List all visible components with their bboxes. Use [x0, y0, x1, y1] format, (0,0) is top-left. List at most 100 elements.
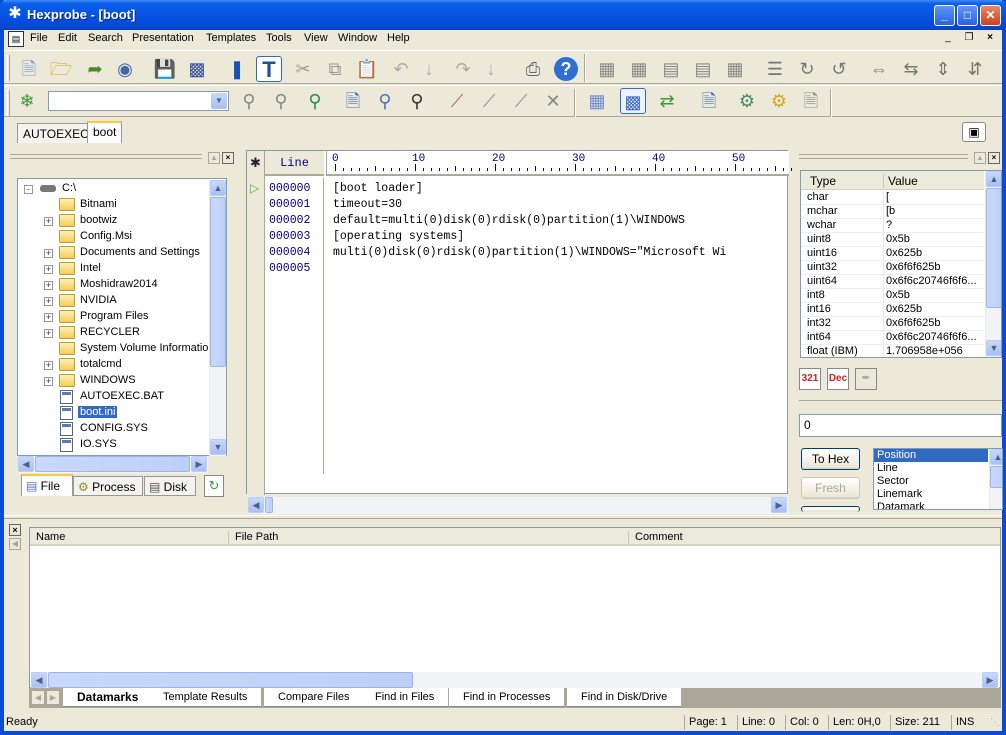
menu-view[interactable]: View [304, 32, 328, 44]
scroll-right-button[interactable]: ▶ [982, 672, 998, 688]
copy-icon[interactable]: ⧉ [322, 56, 348, 82]
tab-boot[interactable]: boot [87, 121, 123, 143]
mdi-minimize-button[interactable]: _ [940, 31, 956, 45]
listbox-option[interactable]: Position [874, 449, 988, 462]
output-panel-close-button[interactable]: × [9, 524, 21, 536]
bookmark-icon[interactable]: ❚ [224, 56, 250, 82]
resize-grip[interactable]: ⋱ [990, 717, 1000, 728]
name-column-header[interactable]: Name [30, 531, 228, 544]
undo-icon[interactable]: ↶ [388, 56, 414, 82]
scroll-right-button[interactable]: ▶ [771, 497, 787, 513]
grid-view-5-icon[interactable]: ▦ [722, 56, 748, 82]
menu-edit[interactable]: Edit [58, 32, 77, 44]
tab-autoexec[interactable]: AUTOEXEC [17, 123, 95, 143]
code-line[interactable]: timeout=30 [333, 197, 788, 213]
collapse-vertical-icon[interactable]: ⇵ [962, 56, 988, 82]
expand-icon[interactable]: + [44, 249, 53, 258]
scroll-thumb[interactable] [990, 466, 1002, 488]
code-line[interactable]: multi(0)disk(0)rdisk(0)partition(1)\WIND… [333, 245, 788, 261]
listbox-scrollbar[interactable]: ▲ [989, 449, 1002, 509]
maximize-button[interactable]: □ [957, 5, 978, 26]
tab-datamarks[interactable]: Datamarks [63, 688, 153, 707]
editor-horizontal-scrollbar[interactable]: ◀ ▶ [248, 497, 788, 514]
tab-file[interactable]: ▤ File [21, 474, 73, 496]
menu-file[interactable]: File [30, 32, 48, 44]
scroll-up-button[interactable]: ▲ [990, 449, 1002, 465]
base-converter-icon[interactable]: ⇄ [654, 88, 680, 114]
window-list-icon[interactable]: ▣ [962, 122, 986, 142]
menu-presentation[interactable]: Presentation [132, 32, 194, 44]
scroll-thumb[interactable] [986, 188, 1001, 308]
hidden-button[interactable] [801, 506, 860, 512]
code-line[interactable]: [boot loader] [333, 181, 788, 197]
data-inspector-table[interactable]: Type Value char[mchar [b wchar? uint8 0x5b ui… [800, 170, 1002, 358]
tab-find-in-disk-drive[interactable]: Find in Disk/Drive [567, 688, 682, 707]
datamarks-list[interactable]: Name File Path Comment ◀ ▶ [29, 527, 1001, 689]
go-to-icon[interactable]: ❄ [14, 88, 40, 114]
find-next-icon[interactable]: ⚲ [268, 88, 294, 114]
line-number[interactable]: 000000 [265, 181, 323, 197]
scroll-thumb[interactable] [35, 456, 190, 472]
panel-close-button[interactable]: × [222, 152, 234, 164]
scroll-left-button[interactable]: ◀ [248, 497, 264, 513]
scroll-thumb[interactable] [210, 197, 226, 367]
inspector-row[interactable]: uint8 0x5b [801, 233, 984, 247]
scroll-thumb[interactable] [265, 497, 273, 513]
paste-icon[interactable]: 📋 [354, 56, 380, 82]
template-options-icon[interactable]: ⚙ [766, 88, 792, 114]
inspector-row[interactable]: mchar [b [801, 205, 984, 219]
line-number[interactable]: 000002 [265, 213, 323, 229]
decimal-icon[interactable]: Dec [827, 368, 849, 390]
scroll-right-button[interactable]: ▶ [191, 456, 207, 472]
clear-marks-icon[interactable]: ✕ [540, 88, 566, 114]
toolbar-grip[interactable] [7, 55, 10, 81]
expand-icon[interactable]: + [44, 265, 53, 274]
find-in-disk-icon[interactable]: ⚲ [404, 88, 430, 114]
document-system-menu-icon[interactable]: ▤ [8, 31, 24, 47]
line-number[interactable]: 000005 [265, 261, 323, 277]
tab-process[interactable]: ⚙ Process [73, 476, 143, 496]
code-line[interactable]: default=multi(0)disk(0)rdisk(0)partition… [333, 213, 788, 229]
text-editor[interactable]: ✱ ▷ Line 0 10 20 30 40 50 000000 000001 000002 0… [246, 150, 792, 514]
value-column-header[interactable]: Value [883, 174, 918, 188]
inspector-row[interactable]: wchar? [801, 219, 984, 233]
grid-view-4-icon[interactable]: ▤ [690, 56, 716, 82]
scroll-up-button[interactable]: ▲ [210, 180, 226, 196]
scroll-thumb[interactable] [48, 672, 413, 688]
close-button[interactable]: ✕ [980, 5, 1001, 26]
mark-icon[interactable]: ⟋ [444, 88, 470, 114]
inspector-row[interactable]: int16 0x625b [801, 303, 984, 317]
title-bar[interactable]: ✱ Hexprobe - [boot] _ □ ✕ [0, 0, 1006, 30]
print-icon[interactable]: ⎙ [520, 56, 546, 82]
find-icon[interactable]: ⚲ [236, 88, 262, 114]
open-file-icon[interactable]: 🗁 [48, 56, 74, 82]
chevron-down-icon[interactable]: ▼ [211, 93, 227, 109]
inspector-row[interactable]: int64 0x6f6c20746f6f6... [801, 331, 984, 345]
menu-templates[interactable]: Templates [206, 32, 256, 44]
inspector-row[interactable]: uint64 0x6f6c20746f6f6... [801, 275, 984, 289]
menu-tools[interactable]: Tools [266, 32, 292, 44]
panel-grip[interactable] [10, 154, 202, 159]
mark-next-icon[interactable]: ⟋ [476, 88, 502, 114]
search-combo[interactable]: ▼ [48, 91, 229, 111]
rotate-right-icon[interactable]: ↻ [794, 56, 820, 82]
tab-template-results[interactable]: Template Results [149, 688, 262, 707]
redo-icon[interactable]: ↷ [450, 56, 476, 82]
line-number[interactable]: 000004 [265, 245, 323, 261]
scroll-down-button[interactable]: ▼ [210, 439, 226, 455]
expand-icon[interactable]: + [44, 329, 53, 338]
to-hex-button[interactable]: To Hex [801, 448, 860, 470]
mdi-restore-button[interactable]: ❐ [961, 31, 977, 45]
panel-grip[interactable] [799, 154, 968, 159]
editor-content[interactable]: [boot loader] timeout=30 default=multi(0)d… [333, 181, 788, 277]
new-file-icon[interactable]: 🗎 [16, 56, 42, 82]
find-in-files-icon[interactable]: 🗎 [340, 88, 366, 114]
output-panel-pin-button[interactable]: ◀ [9, 538, 21, 550]
tab-compare-files[interactable]: Compare Files [264, 688, 364, 707]
listbox-option[interactable]: Linemark [874, 488, 988, 501]
calculator-icon[interactable]: ▦ [584, 88, 610, 114]
template-results-icon[interactable]: 🗎 [798, 88, 824, 114]
find-previous-icon[interactable]: ⚲ [302, 88, 328, 114]
cut-icon[interactable]: ✂ [290, 56, 316, 82]
redo-down-icon[interactable]: ↓ [478, 56, 504, 82]
